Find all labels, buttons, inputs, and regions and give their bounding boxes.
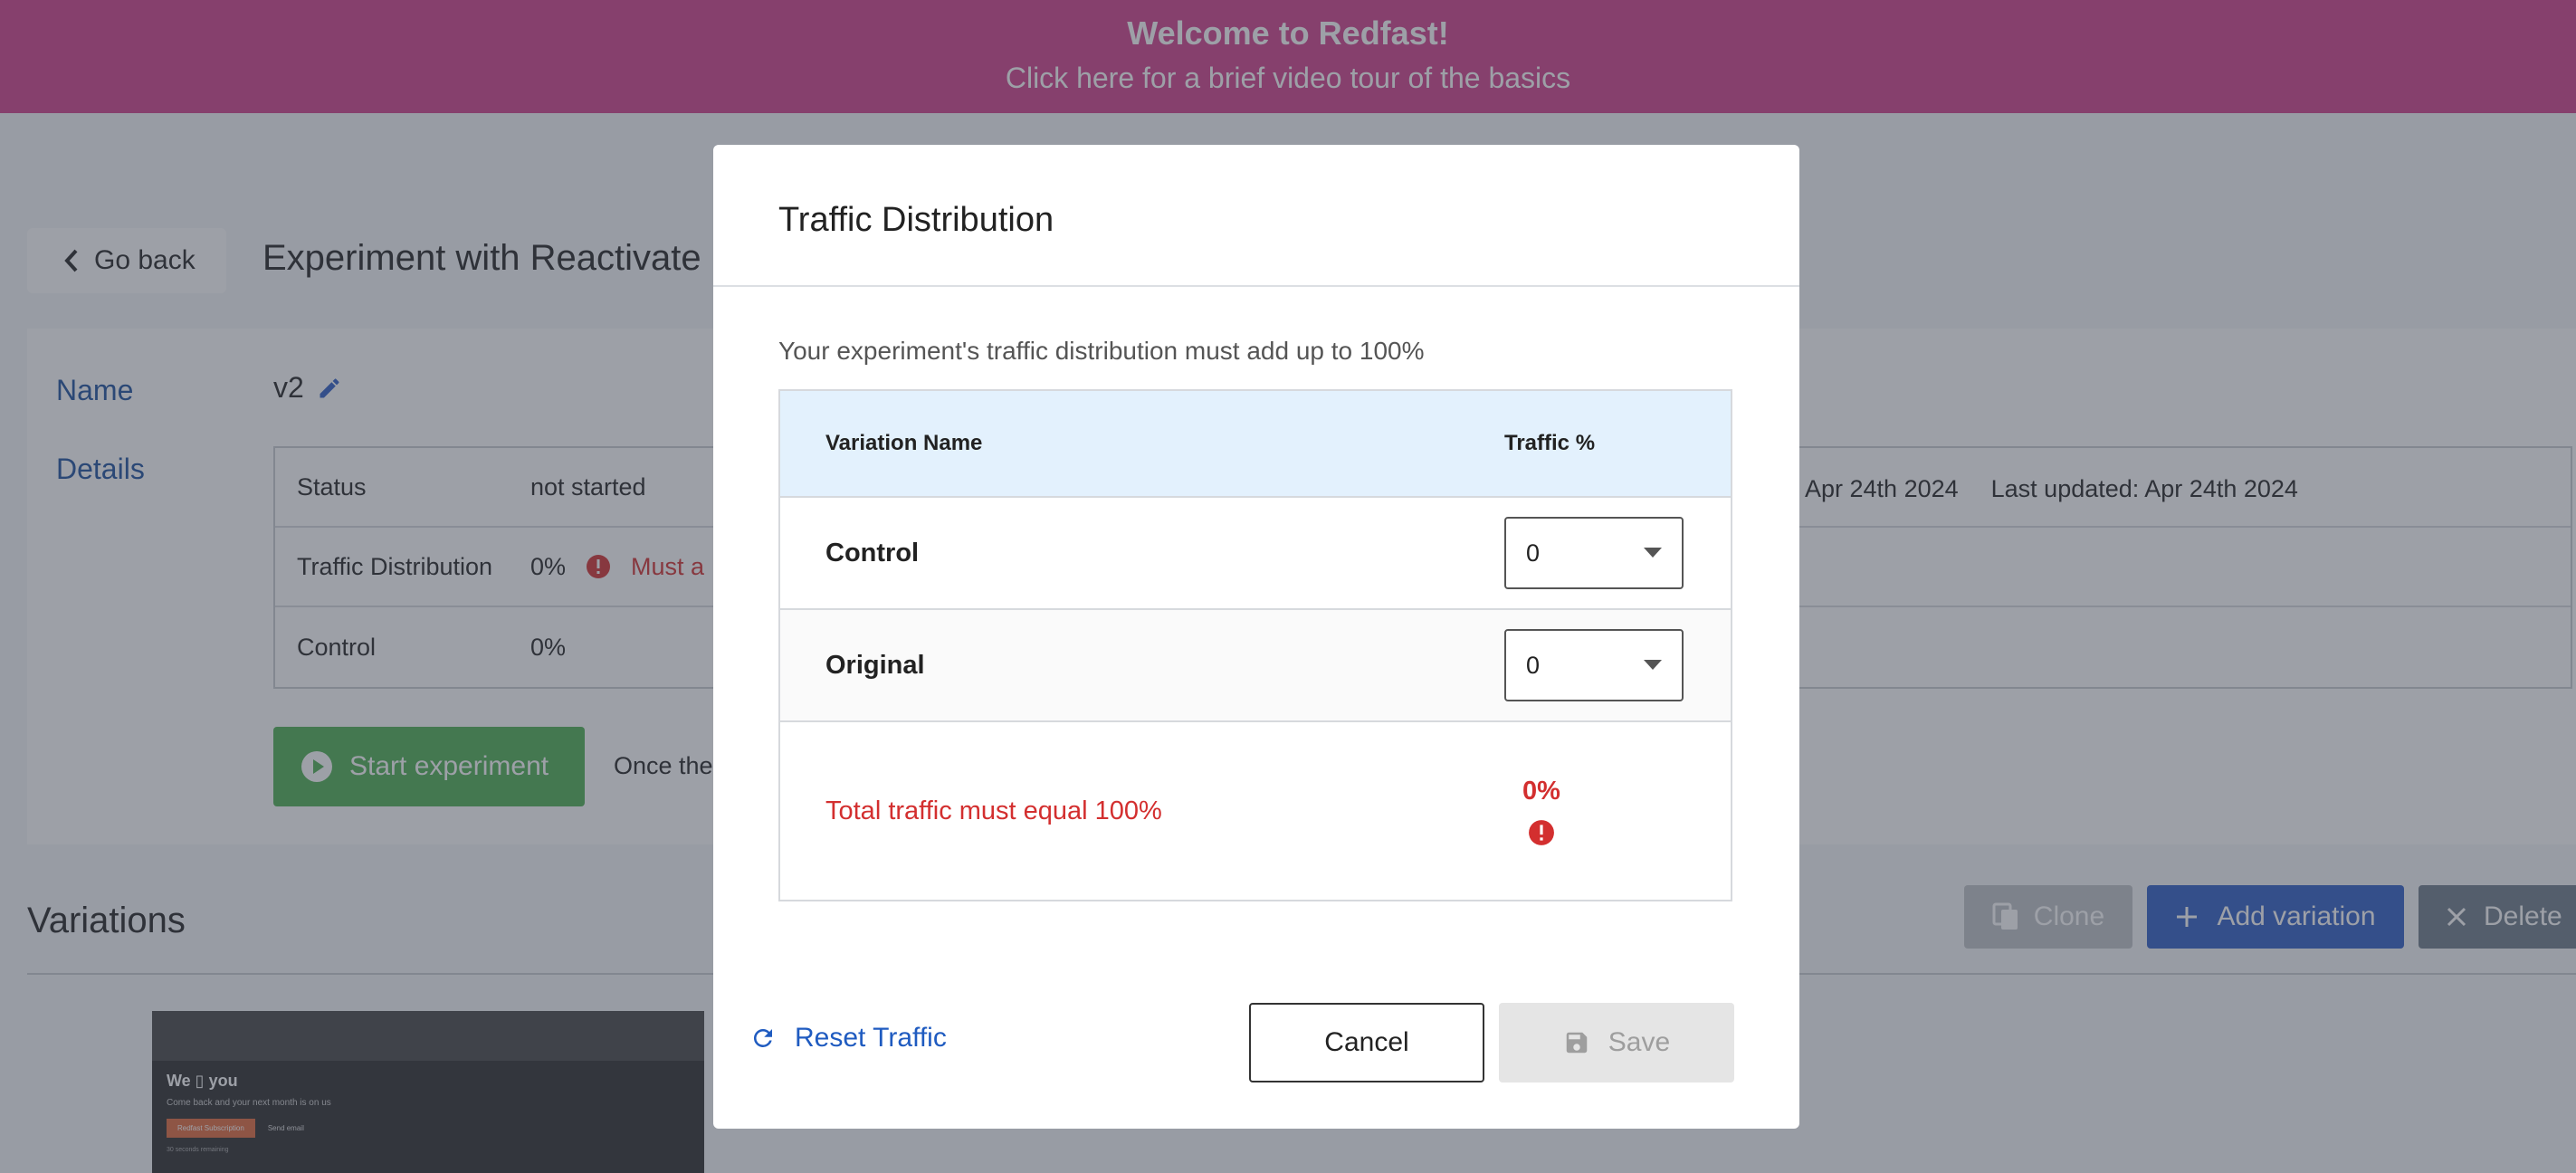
save-icon: [1566, 1032, 1588, 1054]
caret-down-icon: [1644, 660, 1662, 670]
error-icon: [1529, 819, 1554, 845]
total-value: 0%: [1522, 776, 1560, 806]
traffic-select-original[interactable]: 0: [1504, 629, 1684, 701]
save-button[interactable]: Save: [1499, 1003, 1734, 1082]
save-label: Save: [1608, 1027, 1671, 1057]
reset-traffic-button[interactable]: Reset Traffic: [749, 1023, 947, 1054]
col-variation-name: Variation Name: [825, 431, 983, 455]
select-value: 0: [1526, 651, 1541, 679]
col-traffic: Traffic %: [1504, 431, 1596, 455]
variation-name: Original: [825, 650, 925, 680]
total-message: Total traffic must equal 100%: [825, 796, 1162, 825]
modal-description: Your experiment's traffic distribution m…: [778, 337, 1425, 365]
traffic-table: Variation Name Traffic % Control 0 Origi…: [778, 389, 1732, 901]
traffic-distribution-modal: Traffic Distribution Your experiment's t…: [713, 145, 1799, 1129]
total-value-cell: 0%: [1522, 777, 1560, 846]
reset-traffic-label: Reset Traffic: [795, 1023, 947, 1053]
cancel-button[interactable]: Cancel: [1249, 1003, 1484, 1082]
caret-down-icon: [1644, 548, 1662, 558]
table-header: Variation Name Traffic %: [780, 391, 1731, 498]
traffic-select-control[interactable]: 0: [1504, 517, 1684, 589]
refresh-icon: [753, 1029, 772, 1047]
modal-title: Traffic Distribution: [778, 201, 1054, 239]
table-row: Control 0: [780, 498, 1731, 610]
select-value: 0: [1526, 539, 1541, 567]
variation-name: Control: [825, 538, 920, 567]
table-row: Original 0: [780, 610, 1731, 722]
modal-divider: [713, 285, 1799, 287]
total-row: Total traffic must equal 100% 0%: [780, 722, 1731, 900]
